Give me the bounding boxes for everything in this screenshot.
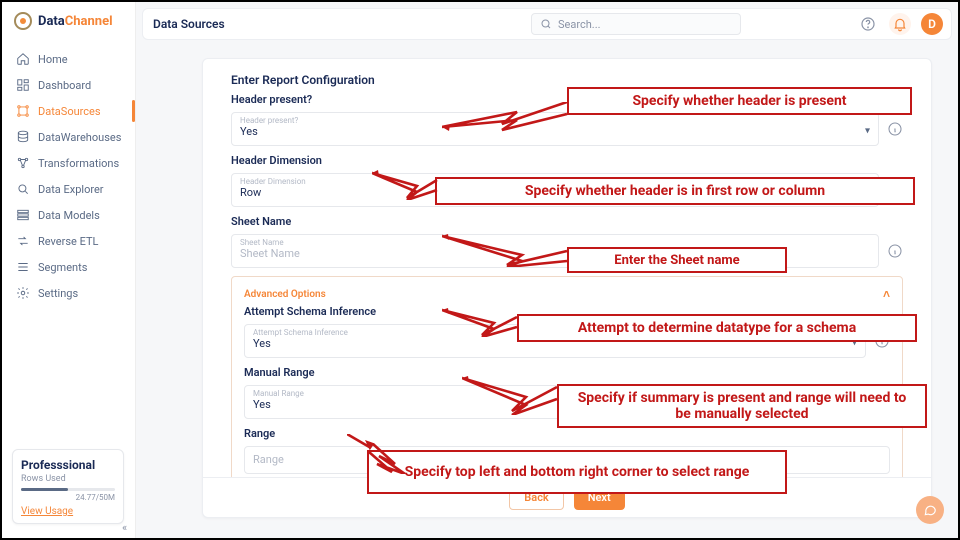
home-icon [16,52,30,66]
sheet-name-input[interactable]: Sheet Name Sheet Name [231,234,879,268]
info-icon[interactable] [887,182,903,198]
next-button[interactable]: Next [574,486,625,510]
gear-icon [16,286,30,300]
info-icon[interactable] [887,121,903,137]
plan-count: 24.77/50M [21,493,115,502]
sidebar-item-segments[interactable]: Segments [2,254,135,280]
advanced-options: Advanced Options ˄ Attempt Schema Infere… [231,276,903,483]
search-placeholder: Search... [558,18,601,31]
sidebar-item-label: Settings [38,287,78,300]
topbar: Data Sources Search... D [142,8,952,40]
sidebar-item-label: Home [38,53,68,66]
chevron-down-icon: ▾ [865,126,870,137]
sidebar-item-home[interactable]: Home [2,46,135,72]
sidebar-item-label: Transformations [38,157,119,170]
sidebar-item-label: Data Models [38,209,100,222]
models-icon [16,208,30,222]
back-button[interactable]: Back [509,486,563,510]
sidebar-item-label: Dashboard [38,79,91,92]
database-icon [16,130,30,144]
field-schema-inference: Attempt Schema Inference Attempt Schema … [244,305,890,358]
plan-bar [21,488,115,491]
reverseetl-icon [16,234,30,248]
chat-icon[interactable] [916,496,944,524]
field-label: Attempt Schema Inference [244,305,890,318]
field-label: Range [244,427,890,440]
brand-logo-icon [14,12,32,30]
sidebar-item-datawarehouses[interactable]: DataWarehouses [2,124,135,150]
chevron-down-icon: ▾ [865,187,870,198]
search-input[interactable]: Search... [531,13,741,35]
sidebar-item-datamodels[interactable]: Data Models [2,202,135,228]
avatar[interactable]: D [921,13,943,35]
sidebar-item-label: Segments [38,261,87,274]
collapse-icon[interactable]: « [122,521,127,534]
plan-sub: Rows Used [21,474,115,484]
field-label: Header Dimension [231,154,903,167]
sidebar-item-dashboard[interactable]: Dashboard [2,72,135,98]
view-usage-link[interactable]: View Usage [21,506,115,517]
section-title: Enter Report Configuration [231,73,903,87]
sidebar: DataChannel Home Dashboard DataSources D… [2,2,136,538]
sidebar-item-transformations[interactable]: Transformations [2,150,135,176]
brand-text: DataChannel [38,14,113,29]
sidebar-item-label: DataSources [38,105,101,118]
chevron-down-icon: ▾ [852,338,857,349]
sidebar-item-settings[interactable]: Settings [2,280,135,306]
sidebar-item-reverseetl[interactable]: Reverse ETL [2,228,135,254]
explorer-icon [16,182,30,196]
chevron-up-icon: ˄ [883,287,890,301]
field-header-present: Header present? Header present? Yes ▾ [231,93,903,146]
field-manual-range: Manual Range Manual Range Yes ▾ [244,366,890,419]
field-label: Manual Range [244,366,890,379]
schema-inference-select[interactable]: Attempt Schema Inference Yes ▾ [244,324,866,358]
header-present-select[interactable]: Header present? Yes ▾ [231,112,879,146]
plan-name: Professsional [21,458,115,472]
field-range: Range Range [244,427,890,474]
search-icon [540,18,552,30]
sidebar-nav: Home Dashboard DataSources DataWarehouse… [2,46,135,306]
config-panel: Enter Report Configuration Header presen… [202,58,932,518]
sidebar-item-dataexplorer[interactable]: Data Explorer [2,176,135,202]
field-sheet-name: Sheet Name Sheet Name Sheet Name [231,215,903,268]
plan-card: Professsional Rows Used 24.77/50M View U… [12,449,124,524]
chevron-down-icon: ▾ [852,399,857,410]
wizard-footer: Back Next [203,477,931,517]
range-input[interactable]: Range [244,446,890,474]
bell-icon[interactable] [889,13,911,35]
sidebar-item-label: Reverse ETL [38,235,98,248]
sidebar-item-label: DataWarehouses [38,131,121,144]
field-label: Header present? [231,93,903,106]
sidebar-item-datasources[interactable]: DataSources [2,98,135,124]
page-title: Data Sources [153,17,225,31]
segments-icon [16,260,30,274]
brand: DataChannel [2,2,135,46]
help-icon[interactable] [857,13,879,35]
info-icon[interactable] [874,394,890,410]
info-icon[interactable] [887,243,903,259]
field-header-dimension: Header Dimension Header Dimension Row ▾ [231,154,903,207]
field-label: Sheet Name [231,215,903,228]
sidebar-item-label: Data Explorer [38,183,104,196]
info-icon[interactable] [874,333,890,349]
transform-icon [16,156,30,170]
datasources-icon [16,104,30,118]
header-dimension-select[interactable]: Header Dimension Row ▾ [231,173,879,207]
advanced-title[interactable]: Advanced Options ˄ [244,287,890,301]
manual-range-select[interactable]: Manual Range Yes ▾ [244,385,866,419]
dashboard-icon [16,78,30,92]
